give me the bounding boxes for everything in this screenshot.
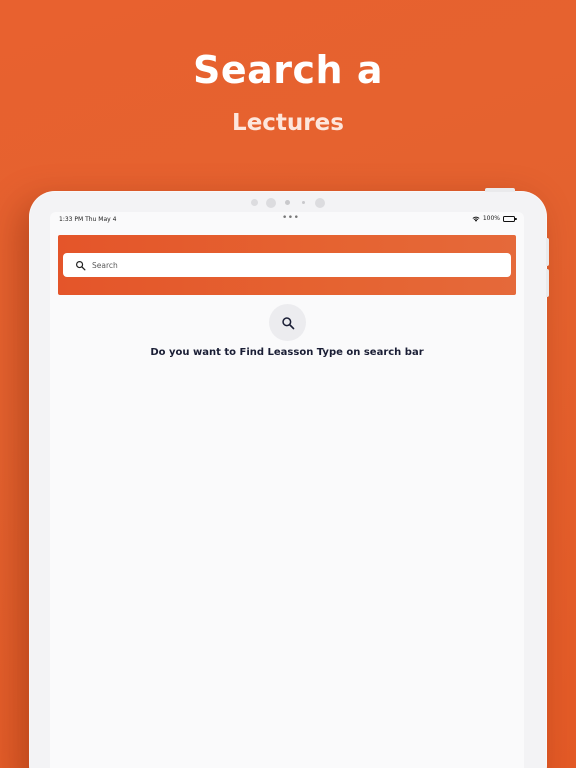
battery-icon — [503, 215, 517, 222]
sensor-dot — [251, 199, 258, 206]
volume-down-button — [546, 269, 549, 297]
sensor-dot — [302, 201, 305, 204]
top-button — [485, 188, 515, 192]
volume-up-button — [546, 238, 549, 266]
search-bar[interactable] — [63, 253, 511, 277]
sensor-dot — [266, 198, 276, 208]
battery-percent: 100% — [482, 215, 500, 222]
sensor-dot — [315, 198, 325, 208]
empty-state-message: Do you want to Find Leasson Type on sear… — [150, 347, 424, 358]
promo-title: Search a — [193, 48, 383, 92]
search-header — [58, 235, 516, 295]
search-icon — [281, 316, 294, 329]
search-icon — [76, 260, 86, 270]
status-bar: 1:33 PM Thu May 4 ••• 100% — [50, 212, 524, 228]
wifi-icon — [472, 216, 480, 222]
promo-subtitle: Lectures — [232, 110, 344, 136]
app-screen: 1:33 PM Thu May 4 ••• 100% Do you want — [50, 212, 524, 768]
camera-dot — [285, 200, 290, 205]
empty-state-icon-circle — [269, 304, 306, 341]
status-right: 100% — [472, 215, 517, 222]
multitasking-dots[interactable]: ••• — [282, 213, 299, 223]
status-time: 1:33 PM Thu May 4 — [59, 216, 117, 223]
search-input[interactable] — [92, 255, 492, 275]
